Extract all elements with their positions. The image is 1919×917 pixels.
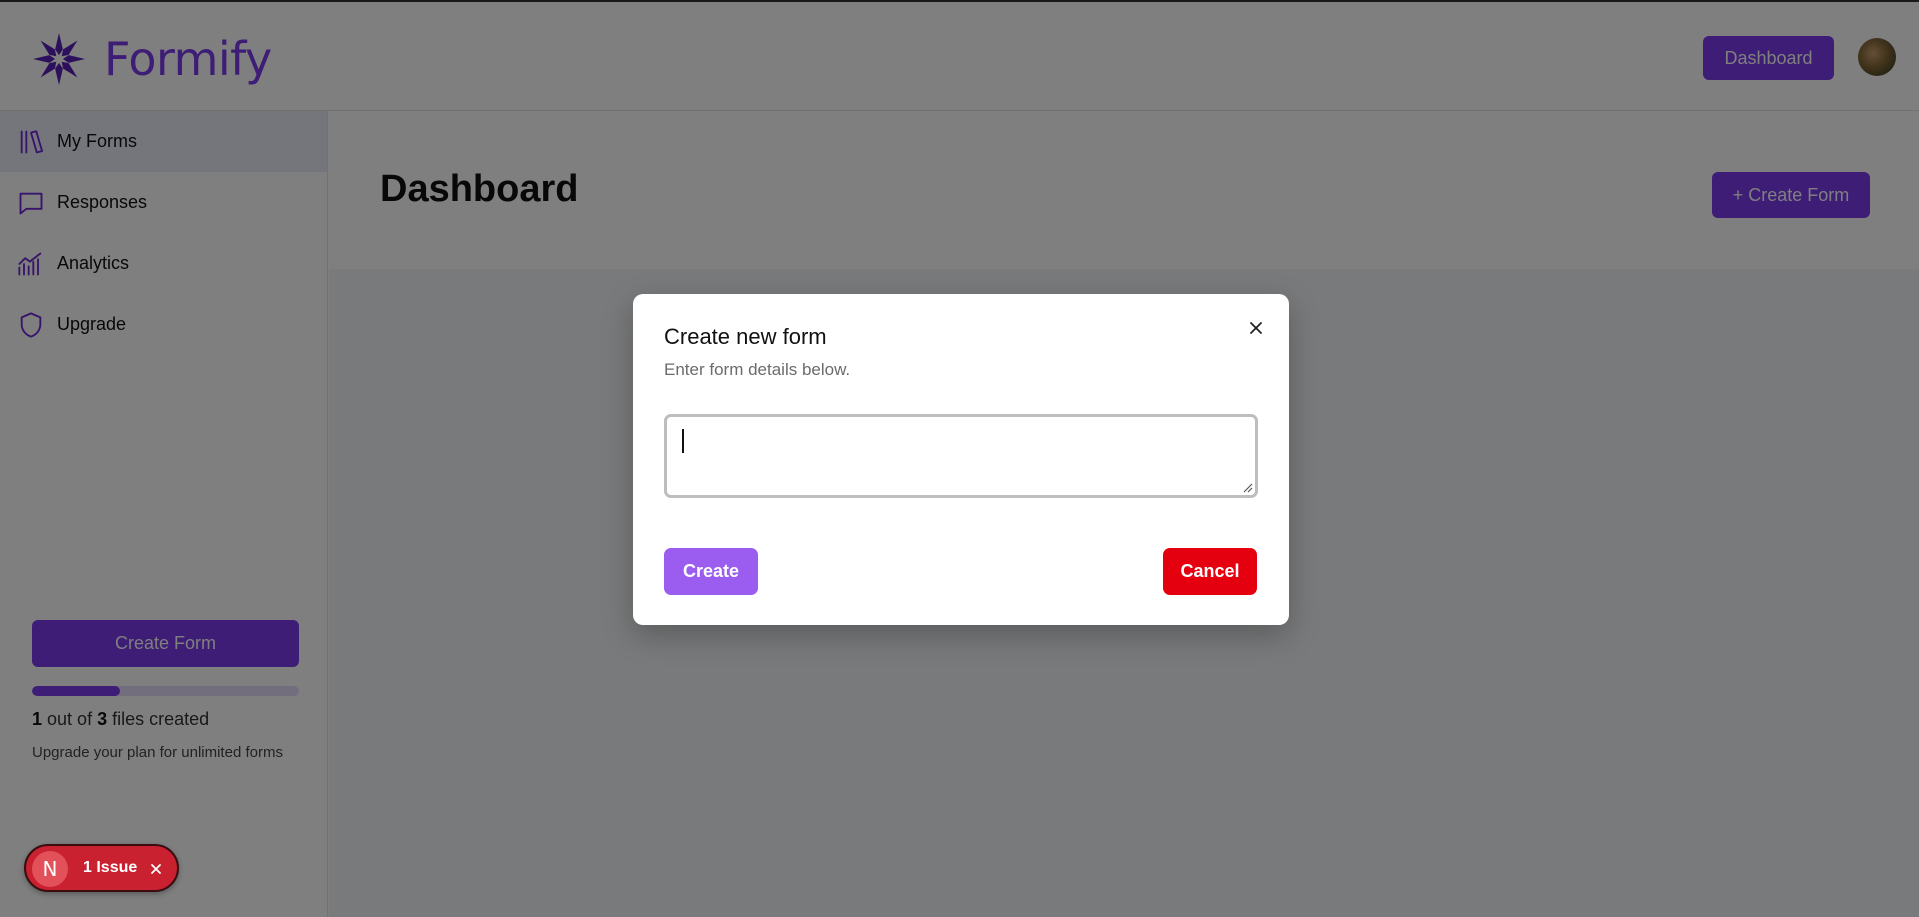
dialog-cancel-button[interactable]: Cancel xyxy=(1163,548,1257,595)
close-icon[interactable] xyxy=(1244,316,1268,340)
resize-handle-icon[interactable] xyxy=(1241,481,1253,493)
dialog-subtitle: Enter form details below. xyxy=(664,360,851,379)
nextjs-logo-icon: N xyxy=(32,851,68,887)
text-caret xyxy=(682,429,684,453)
dialog-title: Create new form xyxy=(664,324,827,349)
issues-badge[interactable]: N 1 Issue xyxy=(24,844,179,892)
create-form-dialog: Create new form Enter form details below… xyxy=(633,294,1289,625)
form-details-textarea[interactable] xyxy=(664,414,1258,498)
dialog-create-button[interactable]: Create xyxy=(664,548,758,595)
close-icon[interactable] xyxy=(146,859,166,879)
issue-count-label[interactable]: 1 Issue xyxy=(83,859,137,877)
